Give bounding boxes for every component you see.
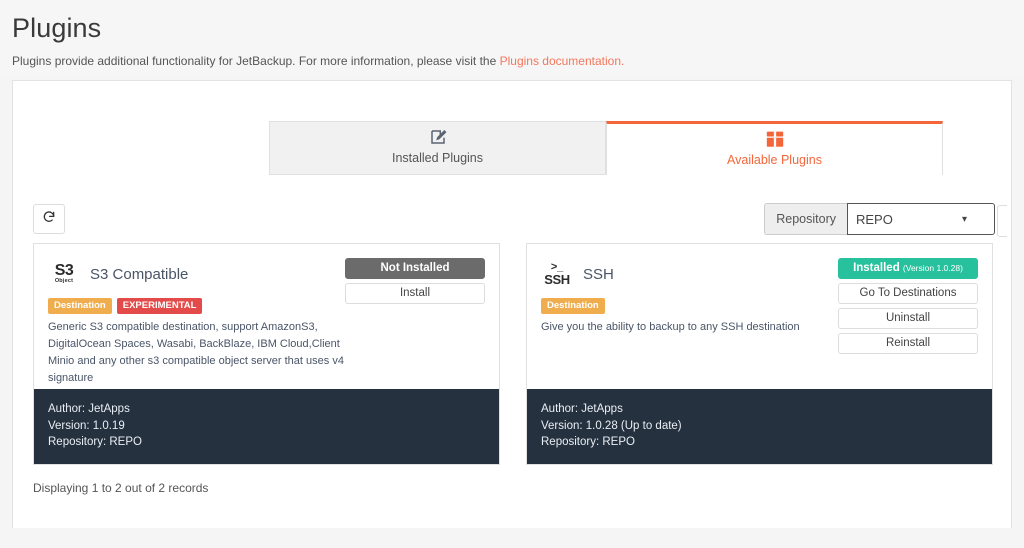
plugin-name: SSH (583, 265, 614, 283)
plugin-repository: Repository: REPO (48, 436, 142, 449)
badge-destination: Destination (541, 298, 605, 314)
status-installed-label: Installed (853, 262, 900, 274)
plugin-description: Generic S3 compatible destination, suppo… (48, 320, 344, 384)
tab-installed-plugins-label: Installed Plugins (391, 151, 484, 165)
toolbar: Repository REPO ▾ (13, 201, 1013, 245)
toolbar-edge-stub (997, 205, 1007, 237)
records-count: Displaying 1 to 2 out of 2 records (33, 481, 209, 495)
uninstall-button[interactable]: Uninstall (838, 308, 978, 329)
plugin-version: Version: 1.0.28 (Up to date) (541, 419, 682, 432)
tab-installed-plugins[interactable]: Installed Plugins (269, 121, 606, 175)
plugin-card-footer: Author: JetApps Version: 1.0.19 Reposito… (34, 389, 499, 464)
install-button[interactable]: Install (345, 283, 485, 304)
box-icon (607, 130, 942, 150)
plugin-card-ssh: >_ SSH SSH Destination Give you the abil… (526, 243, 993, 465)
page-title: Plugins (12, 13, 102, 43)
repository-select[interactable]: REPO (847, 203, 995, 235)
plugin-card-list: S3 Object S3 Compatible Destination EXPE… (33, 243, 993, 465)
badge-experimental: EXPERIMENTAL (116, 298, 203, 314)
reinstall-button[interactable]: Reinstall (838, 333, 978, 354)
repository-label: Repository (764, 203, 847, 235)
plugin-repository: Repository: REPO (541, 436, 635, 449)
edit-square-icon (270, 128, 605, 148)
status-installed-version: (Version 1.0.28) (902, 263, 963, 273)
plugin-version: Version: 1.0.19 (48, 419, 125, 432)
plugin-author: Author: JetApps (541, 403, 623, 415)
ssh-terminal-icon: >_ SSH (541, 262, 573, 287)
status-badge-installed: Installed (Version 1.0.28) (838, 258, 978, 279)
s3-logo-main: S3 (54, 262, 74, 279)
badge-destination: Destination (48, 298, 112, 314)
ssh-logo-sub: SSH (544, 272, 570, 287)
plugin-card-body: >_ SSH SSH Destination Give you the abil… (527, 244, 992, 389)
go-to-destinations-button[interactable]: Go To Destinations (838, 283, 978, 304)
plugin-actions: Installed (Version 1.0.28) Go To Destina… (838, 258, 978, 354)
plugin-card-footer: Author: JetApps Version: 1.0.28 (Up to d… (527, 389, 992, 464)
plugin-description: Give you the ability to backup to any SS… (541, 320, 800, 333)
plugin-name: S3 Compatible (90, 265, 189, 283)
plugin-actions: Not Installed Install (345, 258, 485, 304)
refresh-button[interactable] (33, 204, 65, 234)
tab-available-plugins-label: Available Plugins (727, 153, 822, 167)
plugin-card-body: S3 Object S3 Compatible Destination EXPE… (34, 244, 499, 389)
repository-selector-group: Repository REPO ▾ (764, 203, 1007, 237)
tab-available-plugins[interactable]: Available Plugins (606, 121, 943, 175)
page-subtitle-text: Plugins provide additional functionality… (12, 53, 500, 68)
page-subtitle: Plugins provide additional functionality… (12, 54, 1012, 68)
s3-logo-sub: Object (54, 278, 74, 284)
plugins-documentation-link[interactable]: Plugins documentation. (500, 54, 625, 68)
tab-bar: Installed Plugins Available Plugins (269, 121, 943, 175)
plugins-panel: Installed Plugins Available Plugins Repo… (12, 80, 1012, 528)
page-header: Plugins Plugins provide additional funct… (0, 0, 1024, 78)
plugin-card-s3-compatible: S3 Object S3 Compatible Destination EXPE… (33, 243, 500, 465)
plugin-author: Author: JetApps (48, 403, 130, 415)
s3-object-icon: S3 Object (48, 263, 80, 285)
status-badge-not-installed: Not Installed (345, 258, 485, 279)
refresh-icon (42, 210, 56, 229)
